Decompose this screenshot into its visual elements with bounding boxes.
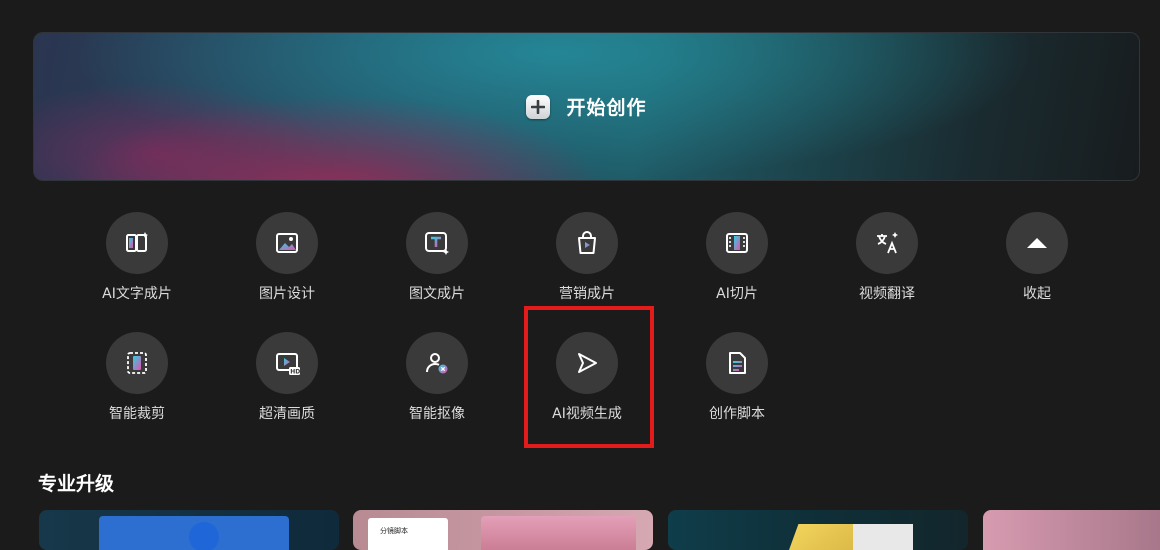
tool-text-image-video[interactable]: 图文成片 <box>377 212 497 303</box>
tool-label: 图片设计 <box>259 286 315 302</box>
tool-image-design[interactable]: 图片设计 <box>227 212 347 303</box>
template-card-3[interactable] <box>668 510 968 550</box>
image-design-icon <box>256 212 318 274</box>
card-decoration <box>853 524 913 550</box>
tool-portrait-cutout[interactable]: 智能抠像 <box>377 332 497 423</box>
text-image-video-icon <box>406 212 468 274</box>
card-photo <box>481 516 636 550</box>
template-card-4[interactable] <box>983 510 1160 550</box>
tool-creation-script[interactable]: 创作脚本 <box>677 332 797 423</box>
tool-label: 收起 <box>1023 286 1051 302</box>
tool-label: 智能抠像 <box>409 406 465 422</box>
script-document-icon <box>706 332 768 394</box>
svg-text:HD: HD <box>290 369 300 376</box>
tool-label: 创作脚本 <box>709 406 765 422</box>
smart-crop-icon <box>106 332 168 394</box>
shopping-bag-icon <box>556 212 618 274</box>
ai-text-to-video-icon <box>106 212 168 274</box>
template-card-2[interactable]: 分镜脚本 <box>353 510 653 550</box>
ai-slice-icon <box>706 212 768 274</box>
tool-label: 超清画质 <box>259 406 315 422</box>
tool-label: 智能裁剪 <box>109 406 165 422</box>
tool-label: AI视频生成 <box>552 406 622 422</box>
card-thumbnail: 分镜脚本 <box>368 518 448 550</box>
tool-smart-crop[interactable]: 智能裁剪 <box>77 332 197 423</box>
ai-video-generate-icon <box>556 332 618 394</box>
tool-video-translate[interactable]: 视频翻译 <box>827 212 947 303</box>
tool-label: 视频翻译 <box>859 286 915 302</box>
section-title: 专业升级 <box>38 473 115 495</box>
start-creating-label: 开始创作 <box>566 97 647 119</box>
tool-hd-quality[interactable]: HD 超清画质 <box>227 332 347 423</box>
plus-icon <box>526 94 551 119</box>
card-text: 分镜脚本 <box>380 527 408 535</box>
tool-label: 图文成片 <box>409 286 465 302</box>
tool-collapse[interactable]: 收起 <box>977 212 1097 303</box>
translate-icon <box>856 212 918 274</box>
tool-ai-slice[interactable]: AI切片 <box>677 212 797 303</box>
tool-label: AI切片 <box>716 286 758 302</box>
collapse-up-icon <box>1006 212 1068 274</box>
template-card-1[interactable] <box>39 510 339 550</box>
tool-label: 营销成片 <box>559 286 615 302</box>
hd-quality-icon: HD <box>256 332 318 394</box>
portrait-cutout-icon <box>406 332 468 394</box>
tool-label: AI文字成片 <box>102 286 172 302</box>
card-decoration <box>189 522 219 550</box>
tool-ai-text-to-video[interactable]: AI文字成片 <box>77 212 197 303</box>
tool-ai-video-generate[interactable]: AI视频生成 <box>527 332 647 423</box>
tool-marketing-video[interactable]: 营销成片 <box>527 212 647 303</box>
start-creating-banner[interactable]: 开始创作 <box>33 32 1140 181</box>
